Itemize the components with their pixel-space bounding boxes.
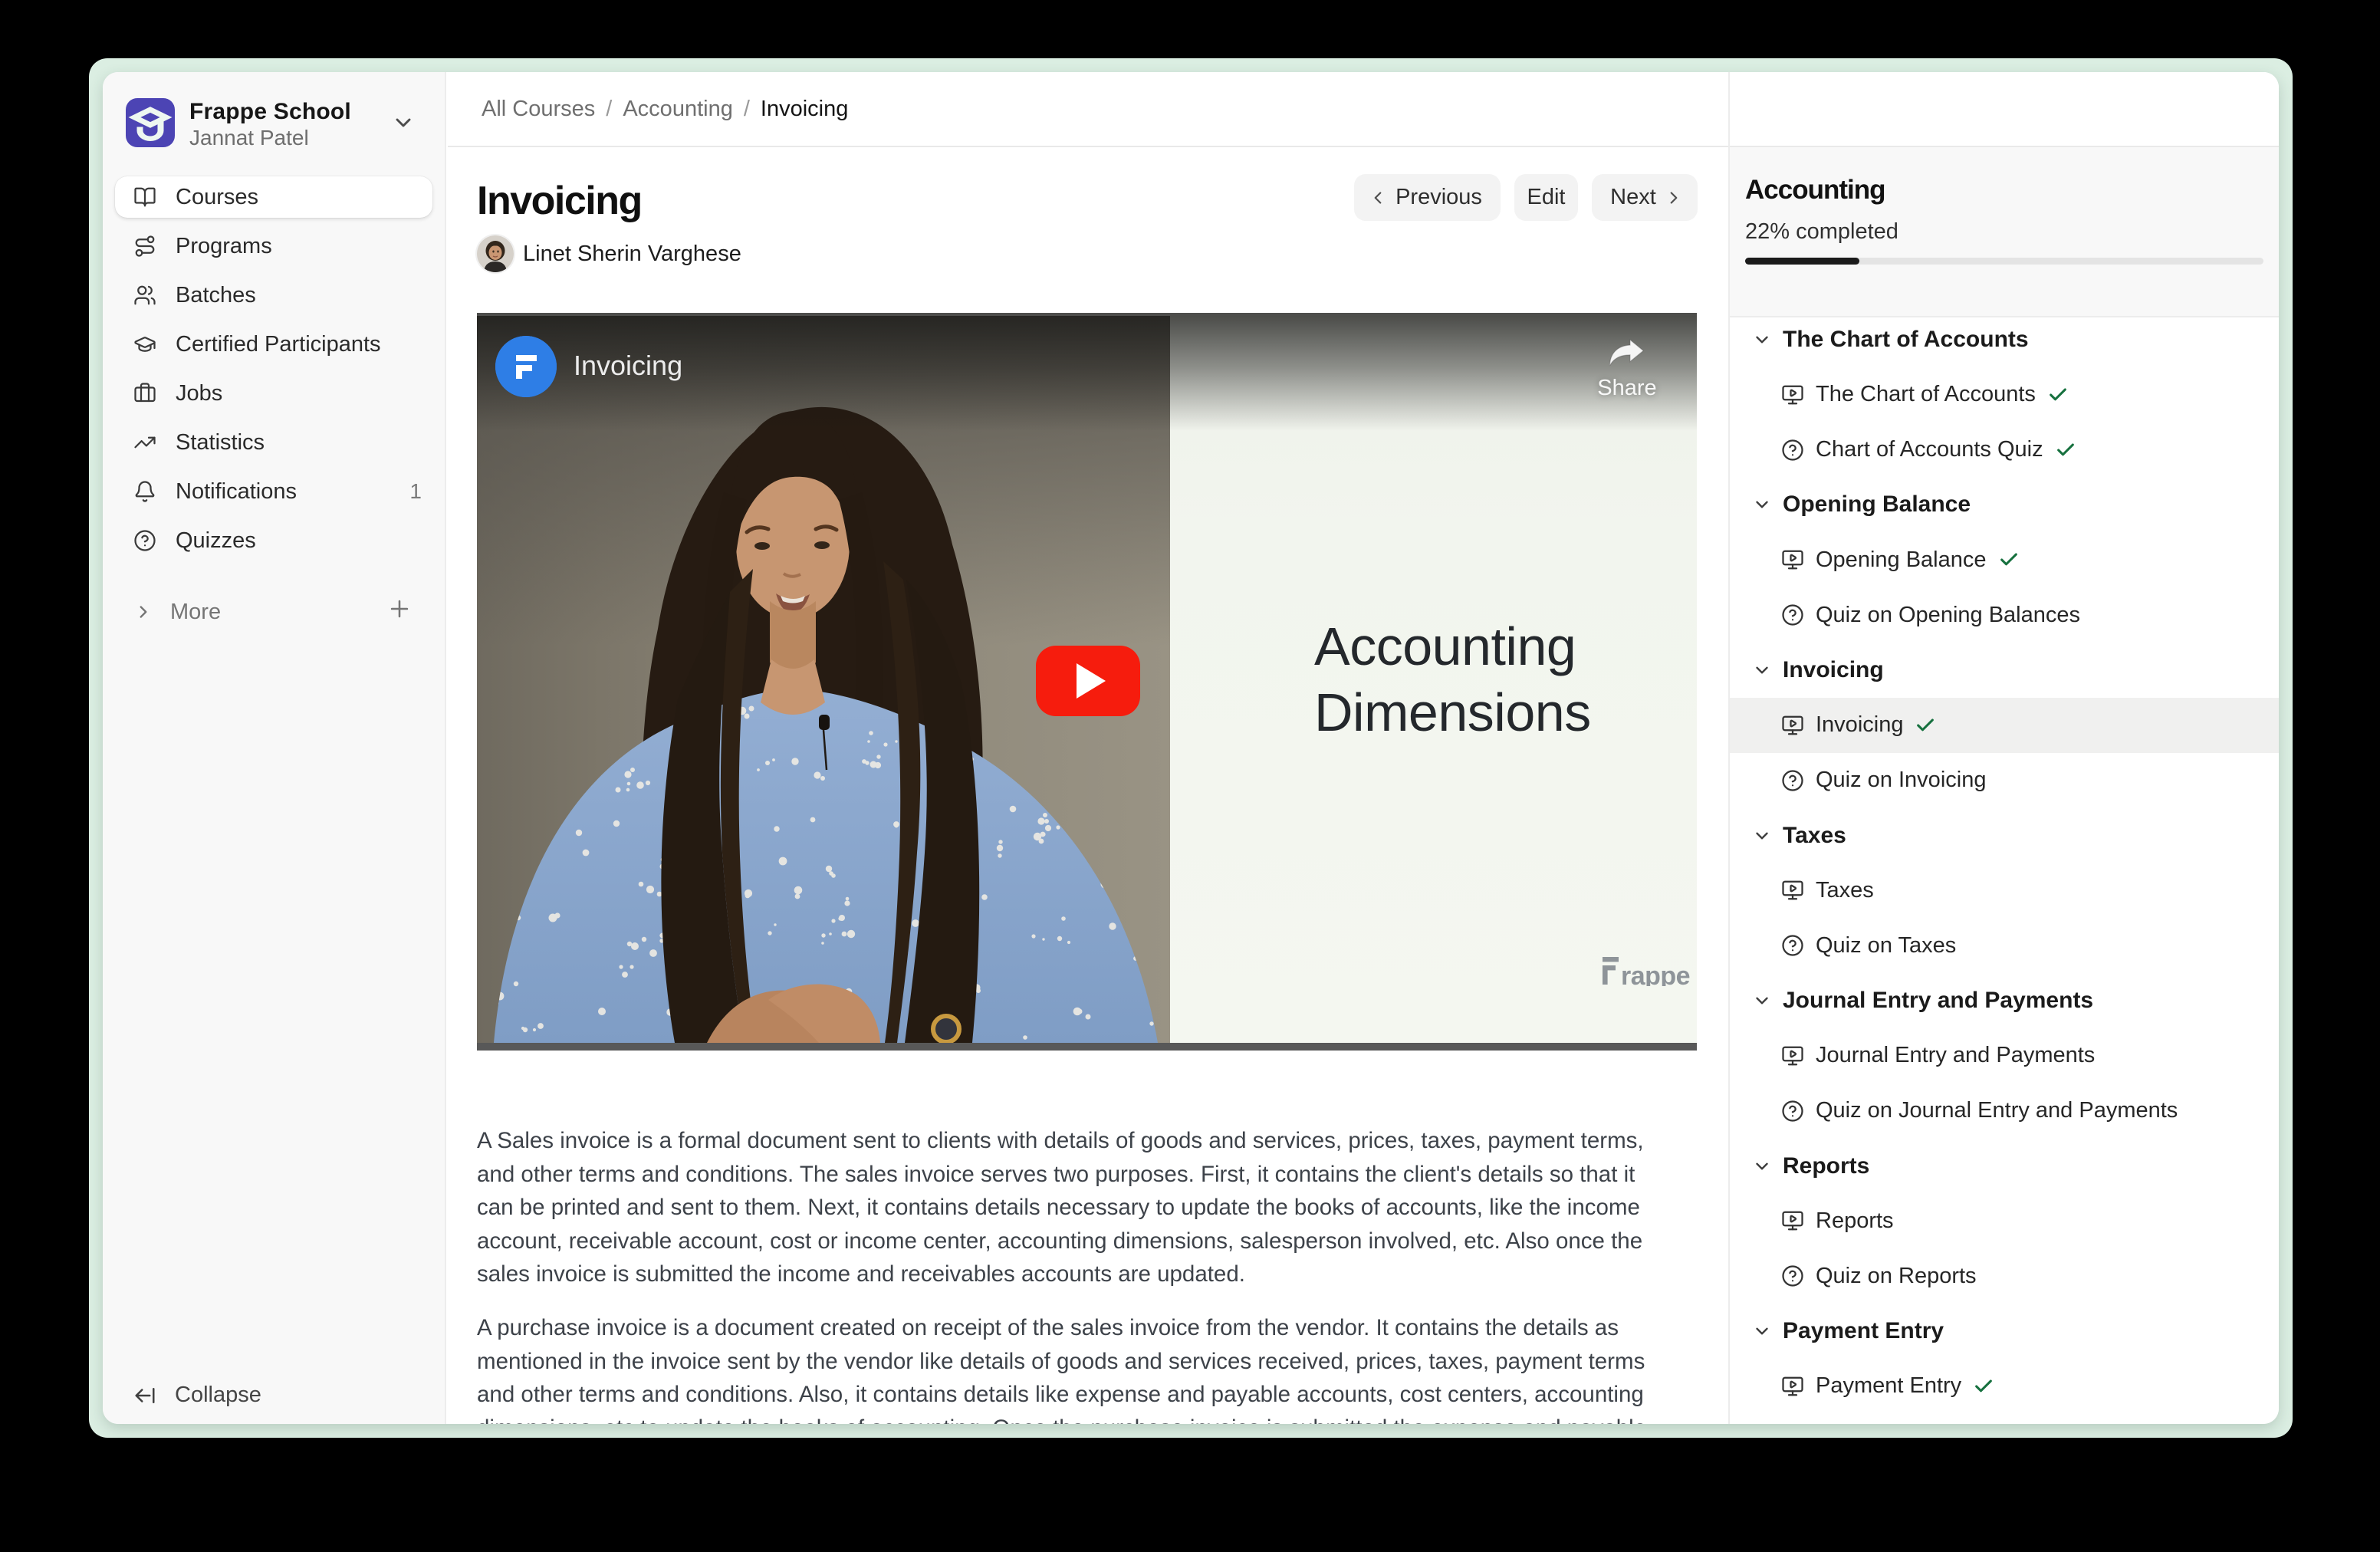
svg-text:rappe: rappe	[1621, 962, 1690, 986]
